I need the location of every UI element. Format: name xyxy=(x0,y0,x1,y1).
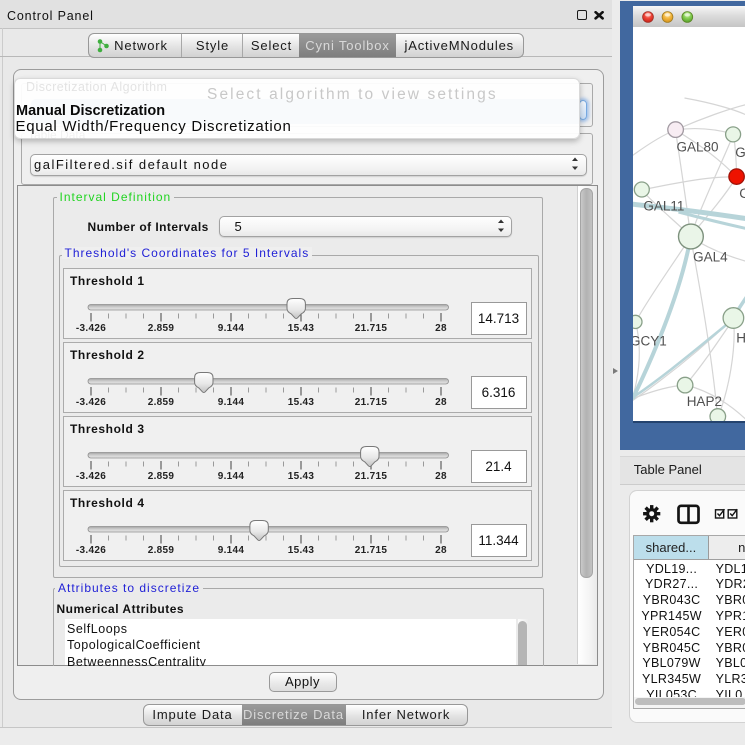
svg-text:GCY1: GCY1 xyxy=(633,334,667,349)
svg-text:GAL11: GAL11 xyxy=(643,199,684,214)
svg-text:H: H xyxy=(736,331,745,346)
svg-text:GA: GA xyxy=(735,145,745,160)
svg-text:GAL4: GAL4 xyxy=(693,250,728,265)
svg-text:GAL80: GAL80 xyxy=(676,140,718,155)
svg-text:HAP2: HAP2 xyxy=(686,394,721,409)
svg-text:C: C xyxy=(739,186,745,201)
